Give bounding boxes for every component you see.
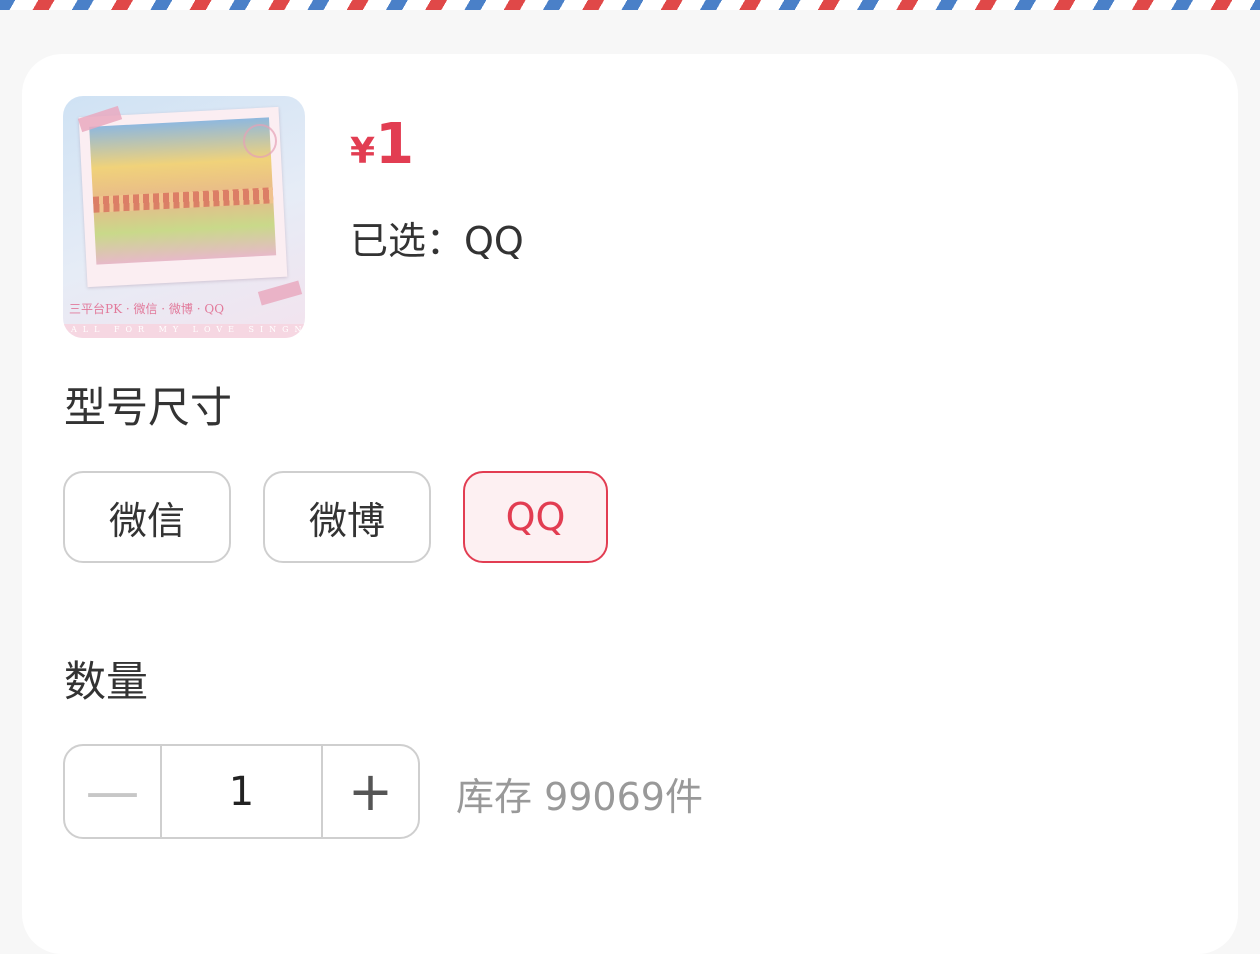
product-thumbnail: 三平台PK · 微信 · 微博 · QQ ALL FOR MY LOVE SIN…	[63, 96, 305, 338]
spec-option-weibo[interactable]: 微博	[263, 471, 431, 563]
selected-summary: 已选：QQ	[350, 210, 524, 265]
postmark-icon	[243, 124, 277, 158]
spec-option-wechat[interactable]: 微信	[63, 471, 231, 563]
thumbnail-caption: 三平台PK · 微信 · 微博 · QQ	[69, 302, 225, 316]
stock-text: 库存 99069件	[456, 775, 703, 819]
thumbnail-subcaption: ALL FOR MY LOVE SINGNING	[71, 325, 305, 334]
tape-decoration	[257, 280, 303, 306]
spec-title: 型号尺寸	[64, 383, 233, 432]
selected-value: QQ	[464, 219, 524, 263]
price-currency: ¥	[350, 131, 376, 172]
minus-icon[interactable]: —	[65, 746, 162, 837]
airmail-border	[0, 0, 1260, 20]
quantity-value[interactable]: 1	[162, 746, 321, 837]
quantity-title: 数量	[64, 657, 149, 706]
plus-icon[interactable]: +	[321, 746, 418, 837]
spec-option-qq[interactable]: QQ	[463, 471, 608, 563]
selected-label: 已选：	[350, 219, 465, 263]
product-price: ¥1	[350, 112, 414, 177]
quantity-stepper: — 1 +	[63, 744, 420, 839]
price-value: 1	[375, 112, 415, 177]
